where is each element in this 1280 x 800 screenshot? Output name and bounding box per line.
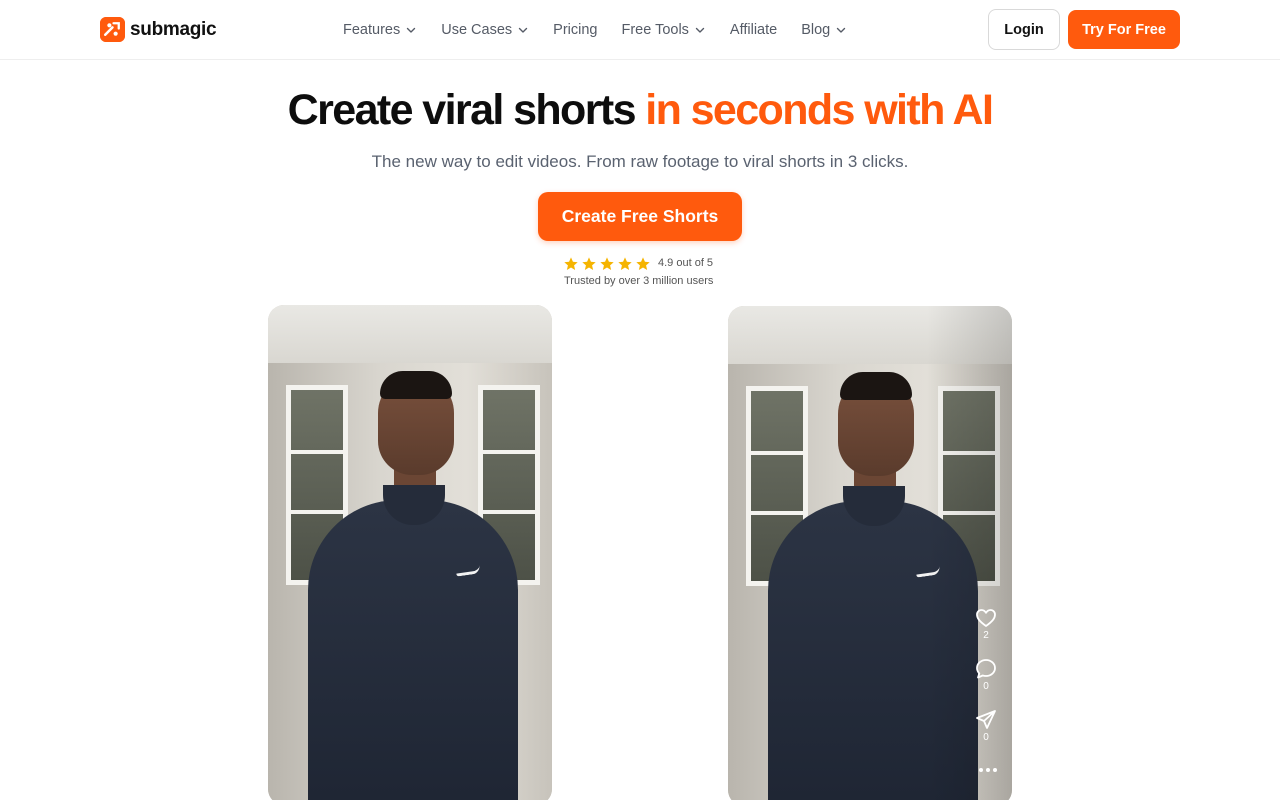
comment-icon bbox=[976, 659, 996, 679]
person-figure bbox=[308, 500, 518, 800]
nav-item-features[interactable]: Features bbox=[343, 20, 417, 40]
chevron-down-icon bbox=[407, 27, 416, 33]
raw-footage-video[interactable] bbox=[268, 305, 552, 800]
top-navbar: submagic Features Use Cases Pricing Free… bbox=[0, 0, 1280, 60]
chevron-down-icon bbox=[837, 27, 846, 33]
nav-item-free-tools[interactable]: Free Tools bbox=[621, 20, 705, 40]
star-icon bbox=[600, 257, 614, 270]
hero-subtitle: The new way to edit videos. From raw foo… bbox=[371, 152, 909, 171]
nav-item-affiliate[interactable]: Affiliate bbox=[730, 20, 777, 40]
chevron-down-icon bbox=[695, 27, 705, 33]
edited-short-video[interactable]: 2 0 0 bbox=[728, 306, 1012, 800]
comment-count: 0 bbox=[983, 681, 989, 692]
more-dots-icon[interactable] bbox=[976, 766, 1000, 774]
main-menu: Features Use Cases Pricing Free Tools Af… bbox=[343, 20, 871, 40]
video-frame bbox=[268, 305, 552, 800]
like-count: 2 bbox=[983, 630, 989, 641]
create-free-shorts-button[interactable]: Create Free Shorts bbox=[538, 192, 742, 241]
hero-title-accent: in seconds with AI bbox=[645, 86, 994, 134]
rating-score: 4.9 out of 5 bbox=[658, 257, 714, 269]
nav-item-blog[interactable]: Blog bbox=[801, 20, 847, 40]
login-button[interactable]: Login bbox=[988, 9, 1060, 50]
nav-item-label: Free Tools bbox=[621, 22, 689, 38]
nav-item-label: Pricing bbox=[553, 22, 598, 38]
rating-block: 4.9 out of 5 Trusted by over 3 million u… bbox=[563, 256, 743, 292]
chevron-down-icon bbox=[518, 27, 528, 33]
nav-item-label: Affiliate bbox=[729, 22, 778, 38]
heart-icon bbox=[976, 609, 996, 627]
trust-text: Trusted by over 3 million users bbox=[564, 275, 714, 287]
star-icon bbox=[564, 257, 578, 270]
star-icon bbox=[636, 257, 650, 270]
share-count: 0 bbox=[983, 732, 989, 743]
nav-item-label: Blog bbox=[801, 22, 831, 38]
brand-logo[interactable]: submagic bbox=[100, 17, 217, 42]
star-icon bbox=[618, 257, 632, 270]
nav-item-label: Features bbox=[343, 22, 401, 38]
video-actions: 2 0 0 bbox=[972, 606, 1000, 751]
like-action[interactable]: 2 bbox=[974, 606, 998, 641]
star-icon bbox=[582, 257, 596, 270]
nav-item-pricing[interactable]: Pricing bbox=[553, 20, 597, 40]
hero-title-main: Create viral shorts bbox=[287, 86, 646, 134]
hero-title: Create viral shorts in seconds with AI bbox=[0, 84, 1280, 136]
try-for-free-button[interactable]: Try For Free bbox=[1068, 10, 1180, 49]
share-action[interactable]: 0 bbox=[974, 708, 998, 743]
submagic-logo-icon bbox=[100, 17, 125, 42]
share-icon bbox=[976, 710, 996, 729]
nav-item-use-cases[interactable]: Use Cases bbox=[441, 20, 529, 40]
nav-item-label: Use Cases bbox=[441, 22, 513, 38]
brand-name: submagic bbox=[130, 18, 217, 40]
rating-stars bbox=[563, 256, 651, 272]
comment-action[interactable]: 0 bbox=[974, 657, 998, 692]
video-frame bbox=[728, 306, 1012, 800]
